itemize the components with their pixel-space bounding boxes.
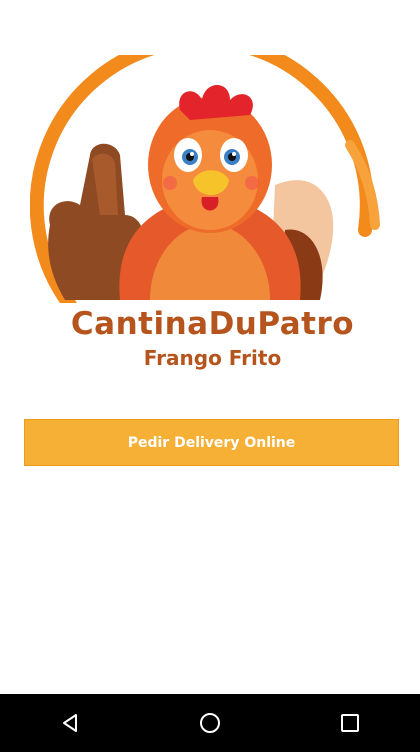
back-button[interactable] (40, 694, 100, 752)
brand-tagline: Frango Frito (143, 346, 282, 370)
order-delivery-button[interactable]: Pedir Delivery Online (24, 419, 399, 466)
brand-logo: CantinaDuPatro Frango Frito (30, 55, 395, 385)
recents-button[interactable] (320, 694, 380, 752)
home-icon (200, 713, 220, 733)
back-icon (63, 714, 77, 732)
system-navigation-bar (0, 694, 420, 752)
recents-icon (341, 714, 359, 732)
home-button[interactable] (180, 694, 240, 752)
brand-name: CantinaDuPatro (30, 303, 395, 345)
app-screen: CantinaDuPatro Frango Frito Pedir Delive… (0, 0, 420, 752)
